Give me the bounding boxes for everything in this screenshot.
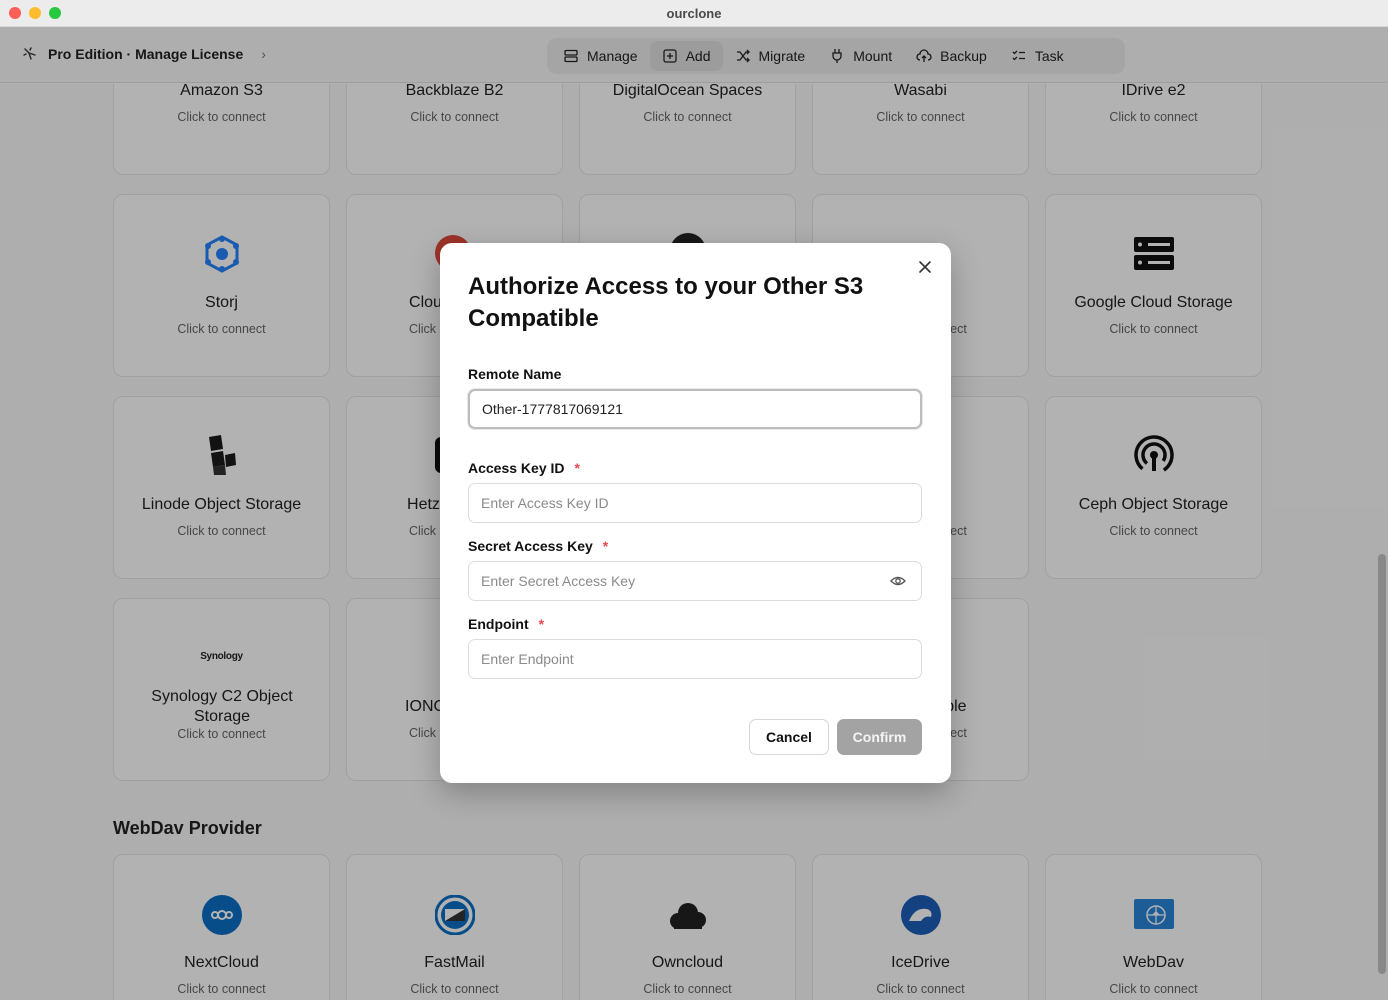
authorize-dialog: Authorize Access to your Other S3 Compat…	[440, 243, 951, 783]
secret-key-label-text: Secret Access Key	[468, 538, 593, 554]
eye-icon[interactable]	[890, 573, 906, 589]
cancel-button[interactable]: Cancel	[749, 719, 829, 755]
secret-key-label: Secret Access Key *	[468, 538, 608, 554]
endpoint-label: Endpoint *	[468, 616, 544, 632]
remote-name-label-text: Remote Name	[468, 366, 562, 382]
required-mark: *	[602, 538, 609, 554]
confirm-button[interactable]: Confirm	[837, 719, 922, 755]
access-key-input[interactable]	[468, 483, 922, 523]
window-title: ourclone	[666, 6, 722, 21]
remote-name-input[interactable]	[468, 389, 922, 429]
endpoint-label-text: Endpoint	[468, 616, 529, 632]
required-mark: *	[538, 616, 545, 632]
window-titlebar: ourclone	[0, 0, 1388, 27]
secret-key-input[interactable]	[468, 561, 922, 601]
endpoint-input[interactable]	[468, 639, 922, 679]
remote-name-label: Remote Name	[468, 366, 561, 382]
access-key-label: Access Key ID *	[468, 460, 580, 476]
dialog-title: Authorize Access to your Other S3 Compat…	[468, 273, 864, 332]
close-icon[interactable]	[917, 259, 933, 275]
required-mark: *	[574, 460, 580, 476]
access-key-label-text: Access Key ID	[468, 460, 565, 476]
